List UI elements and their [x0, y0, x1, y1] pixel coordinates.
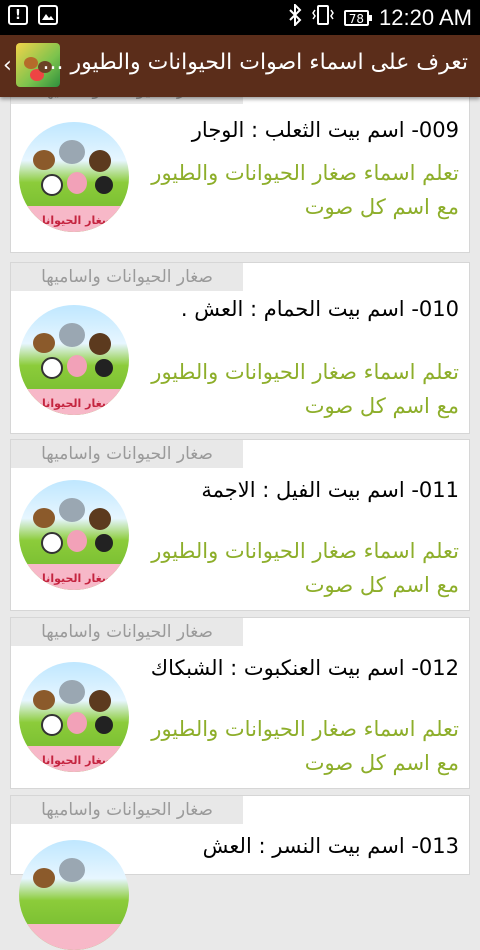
image-icon: [38, 5, 58, 25]
status-time: 12:20 AM: [379, 4, 472, 30]
thumbnail-caption: صغار الحيوانات: [31, 397, 113, 410]
list-item[interactable]: صغار الحيوانات واساميها صغار الحيوانات 0…: [10, 439, 470, 611]
category-tag: صغار الحيوانات واساميها: [11, 618, 243, 646]
item-title: 011- اسم بيت الفيل : الاجمة: [201, 478, 459, 502]
item-title: 013- اسم بيت النسر : العش: [202, 834, 459, 858]
category-tag: صغار الحيوانات واساميها: [11, 440, 243, 468]
list-item[interactable]: صغار الحيوانات واساميها صغار الحيوانات 0…: [10, 75, 470, 253]
item-description: تعلم اسماء صغار الحيوانات والطيور مع اسم…: [151, 161, 459, 219]
animals-thumbnail: صغار الحيوانات: [19, 305, 129, 415]
app-title: تعرف على اسماء اصوات الحيوانات والطيور .…: [42, 50, 468, 75]
bluetooth-icon: [288, 2, 302, 32]
item-title: 009- اسم بيت الثعلب : الوجار: [191, 118, 459, 142]
list-item[interactable]: صغار الحيوانات واساميها 013- اسم بيت الن…: [10, 795, 470, 950]
back-chevron-icon[interactable]: ‹: [3, 53, 12, 78]
category-tag: صغار الحيوانات واساميها: [11, 263, 243, 291]
notification-alert-icon: !: [8, 5, 28, 25]
thumbnail-caption: صغار الحيوانات: [31, 754, 113, 767]
animals-thumbnail: صغار الحيوانات: [19, 480, 129, 590]
status-bar: ! 78 12:20 AM: [0, 0, 480, 35]
item-description: تعلم اسماء صغار الحيوانات والطيور مع اسم…: [151, 539, 459, 597]
category-tag: صغار الحيوانات واساميها: [11, 796, 243, 824]
item-title: 012- اسم بيت العنكبوت : الشبكاك: [150, 656, 459, 680]
battery-icon: 78: [343, 9, 373, 26]
list-item[interactable]: صغار الحيوانات واساميها صغار الحيوانات 0…: [10, 617, 470, 789]
item-title: 010- اسم بيت الحمام : العش .: [180, 297, 459, 321]
app-bar: ‹ تعرف على اسماء اصوات الحيوانات والطيور…: [0, 35, 480, 97]
vibrate-icon: [311, 4, 334, 31]
animals-thumbnail: صغار الحيوانات: [19, 662, 129, 772]
animals-thumbnail: [19, 840, 129, 950]
thumbnail-caption: صغار الحيوانات: [31, 214, 113, 227]
animals-thumbnail: صغار الحيوانات: [19, 122, 129, 232]
thumbnail-caption: صغار الحيوانات: [31, 572, 113, 585]
item-description: تعلم اسماء صغار الحيوانات والطيور مع اسم…: [151, 717, 459, 775]
list-item[interactable]: صغار الحيوانات واساميها صغار الحيوانات 0…: [10, 262, 470, 434]
item-description: تعلم اسماء صغار الحيوانات والطيور مع اسم…: [151, 360, 459, 418]
